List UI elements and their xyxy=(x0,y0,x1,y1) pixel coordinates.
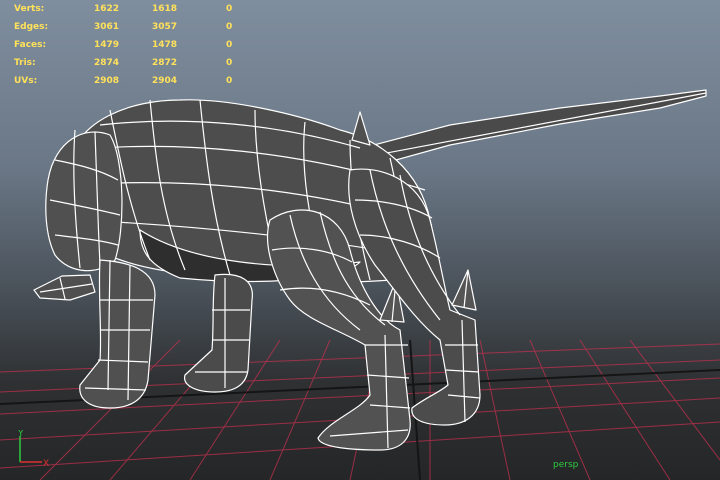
hud-value: 0 xyxy=(226,4,233,14)
hud-value: 3057 xyxy=(152,22,178,32)
hud-value: 0 xyxy=(226,40,233,50)
hud-row-verts: Verts: 1622 1618 0 xyxy=(14,0,254,18)
hud-value: 1618 xyxy=(152,4,178,14)
hud-value: 0 xyxy=(226,76,233,86)
hud-label: Edges: xyxy=(14,22,49,32)
hud-value: 2874 xyxy=(94,58,120,68)
hud-label: Faces: xyxy=(14,40,47,50)
hud-label: Verts: xyxy=(14,4,45,14)
hud-row-tris: Tris: 2874 2872 0 xyxy=(14,54,254,72)
hud-value: 1622 xyxy=(94,4,120,14)
hud-row-faces: Faces: 1479 1478 0 xyxy=(14,36,254,54)
x-axis-label: X xyxy=(43,459,49,469)
hud-row-edges: Edges: 3061 3057 0 xyxy=(14,18,254,36)
axis-indicator-icon: Y X xyxy=(17,430,49,469)
hud-value: 1478 xyxy=(152,40,178,50)
hud-row-uvs: UVs: 2908 2904 0 xyxy=(14,72,254,90)
hud-value: 2904 xyxy=(152,76,178,86)
y-axis-label: Y xyxy=(17,430,24,439)
perspective-viewport[interactable]: Verts: 1622 1618 0 Edges: 3061 3057 0 Fa… xyxy=(0,0,720,480)
camera-name-label: persp xyxy=(553,460,579,470)
wolf-model[interactable] xyxy=(33,89,707,451)
hud-value: 2872 xyxy=(152,58,178,68)
hud-value: 0 xyxy=(226,58,233,68)
hud-value: 2908 xyxy=(94,76,120,86)
hud-value: 1479 xyxy=(94,40,120,50)
hud-label: Tris: xyxy=(14,58,36,68)
hud-value: 3061 xyxy=(94,22,120,32)
hud-label: UVs: xyxy=(14,76,38,86)
poly-count-hud: Verts: 1622 1618 0 Edges: 3061 3057 0 Fa… xyxy=(14,0,254,90)
hud-value: 0 xyxy=(226,22,233,32)
